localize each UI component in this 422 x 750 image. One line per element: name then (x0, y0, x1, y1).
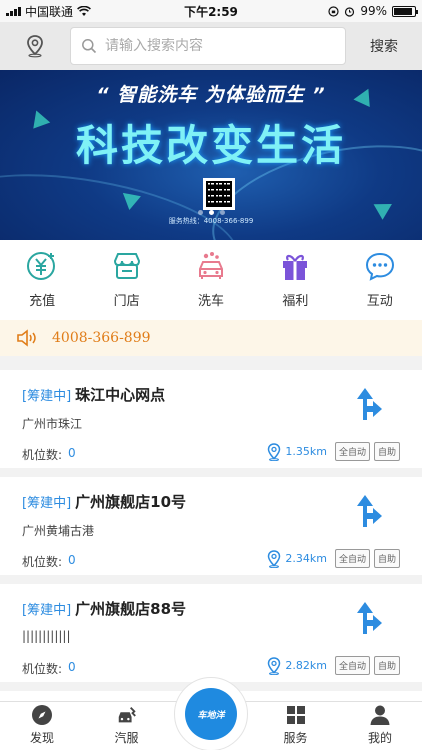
service-type-chip: 全自动 (334, 442, 370, 461)
carousel-dot[interactable] (219, 210, 225, 215)
quick-menu: 充值 门店 洗车 福利 互动 (0, 240, 422, 320)
carousel-dots[interactable] (0, 210, 422, 215)
seats-count: 0 (68, 660, 76, 674)
store-status-tag: [筹建中] (22, 496, 72, 511)
store-address: 广州市珠江 (22, 417, 83, 431)
store-list: [筹建中] 珠江中心网点 广州市珠江 机位数: 0 1.35km 全自动 自助 [筹建中] 广州旗… (0, 370, 422, 721)
alarm-icon (345, 6, 355, 17)
store-card[interactable]: [筹建中] 广州旗舰店88号 |||||||||||| 机位数: 0 2.82km 全自动自… (0, 584, 422, 682)
banner-slogan: “ 智能洗车 为体验而生 ” (96, 84, 326, 106)
store-name: 珠江中心网点 (75, 386, 166, 404)
speaker-icon (17, 329, 36, 347)
menu-welfare[interactable]: 福利 (260, 248, 330, 320)
location-pin-icon (268, 656, 281, 675)
store-distance: 2.82km (285, 659, 327, 672)
banner-title: 科技改变生活 (75, 121, 346, 170)
store-card[interactable]: [筹建中] 广州旗舰店10号广州黄埔古港 机位数: 0 2.34km 全自动 自助 (0, 477, 422, 575)
menu-carwash[interactable]: 洗车 (176, 248, 246, 320)
location-button[interactable] (0, 22, 70, 70)
store-address: |||||||||||| (22, 629, 71, 643)
gift-icon (277, 248, 313, 284)
tab-services-label: 服务 (283, 731, 308, 745)
grid-icon (285, 704, 307, 726)
status-time: 下午2:59 (184, 4, 238, 19)
store-card[interactable]: [筹建中] 珠江中心网点广州市珠江机位数: 0 1.35km 全自动 自助 (0, 370, 422, 468)
brand-logo-button: 车地洋 (185, 688, 237, 740)
store-seats: 机位数: 0 (22, 446, 76, 463)
tab-car-service[interactable]: 汽服 (85, 702, 169, 750)
hotline-notice[interactable]: 4008-366-899 (0, 320, 422, 356)
seats-label: 机位数: (22, 662, 63, 676)
battery-percent: 99% (360, 4, 387, 18)
store-name: 广州旗舰店88号 (75, 600, 187, 618)
compass-icon (31, 704, 53, 726)
store-seats: 机位数: 0 (22, 660, 76, 677)
store-distance: 1.35km (285, 445, 327, 458)
store-address: 广州黄埔古港 (22, 524, 95, 538)
store-seats: 机位数: 0 (22, 553, 76, 570)
search-icon (82, 39, 97, 54)
promo-banner[interactable]: “ 智能洗车 为体验而生 ” 科技改变生活 服务热线：4008-366-899 (0, 70, 422, 240)
navigate-icon[interactable] (354, 493, 384, 529)
service-type-chip: 全自动 (334, 656, 370, 675)
search-box[interactable] (70, 27, 346, 65)
search-button[interactable]: 搜索 (346, 36, 422, 56)
carousel-dot[interactable] (197, 210, 203, 215)
hotline-number: 4008-366-899 (52, 330, 151, 346)
location-pin-icon (268, 549, 281, 568)
menu-interact[interactable]: 互动 (345, 248, 415, 320)
store-name: 广州旗舰店10号 (75, 493, 187, 511)
service-type-chip: 全自动 (334, 549, 370, 568)
orientation-lock-icon (328, 5, 339, 17)
seats-count: 0 (68, 553, 76, 567)
user-icon (369, 704, 391, 726)
car-wash-icon (193, 248, 229, 284)
search-input[interactable] (105, 38, 325, 54)
recharge-icon (24, 248, 60, 284)
seats-label: 机位数: (22, 555, 63, 569)
store-icon (109, 248, 145, 284)
tab-services[interactable]: 服务 (254, 702, 338, 750)
signal-icon (6, 6, 21, 16)
menu-store-label: 门店 (113, 294, 140, 309)
status-bar: 中国联通 下午2:59 99% (0, 0, 422, 22)
center-button-label: 车地洋 (197, 710, 225, 721)
tab-discover[interactable]: 发现 (0, 702, 84, 750)
store-distance: 2.34km (285, 552, 327, 565)
menu-recharge-label: 充值 (29, 294, 56, 309)
wifi-icon (77, 5, 91, 16)
navigate-icon[interactable] (354, 600, 384, 636)
banner-hotline: 服务热线：4008-366-899 (168, 217, 254, 225)
menu-welfare-label: 福利 (282, 294, 309, 309)
location-pin-icon (27, 35, 43, 58)
car-service-icon (116, 704, 138, 726)
tab-discover-label: 发现 (29, 731, 54, 745)
app-screen: 中国联通 下午2:59 99% 搜索 (0, 0, 422, 750)
menu-recharge[interactable]: 充值 (7, 248, 77, 320)
center-action-button[interactable]: 车地洋 (174, 677, 248, 750)
navigate-icon[interactable] (354, 386, 384, 422)
battery-icon (392, 5, 418, 17)
carousel-dot[interactable] (208, 210, 214, 215)
menu-store[interactable]: 门店 (92, 248, 162, 320)
location-pin-icon (268, 442, 281, 461)
menu-interact-label: 互动 (366, 294, 393, 309)
carrier-label: 中国联通 (25, 4, 74, 19)
service-type-chip: 自助 (373, 549, 400, 568)
seats-count: 0 (68, 446, 76, 460)
tab-car-service-label: 汽服 (114, 731, 139, 745)
store-status-tag: [筹建中] (22, 389, 72, 404)
search-header: 搜索 (0, 22, 422, 70)
service-type-chip: 自助 (373, 442, 400, 461)
tab-mine[interactable]: 我的 (338, 702, 422, 750)
seats-label: 机位数: (22, 448, 63, 462)
qr-code (203, 178, 235, 210)
menu-carwash-label: 洗车 (197, 294, 224, 309)
tab-mine-label: 我的 (367, 731, 392, 745)
chat-icon (362, 248, 398, 284)
store-status-tag: [筹建中] (22, 603, 72, 618)
service-type-chip: 自助 (373, 656, 400, 675)
